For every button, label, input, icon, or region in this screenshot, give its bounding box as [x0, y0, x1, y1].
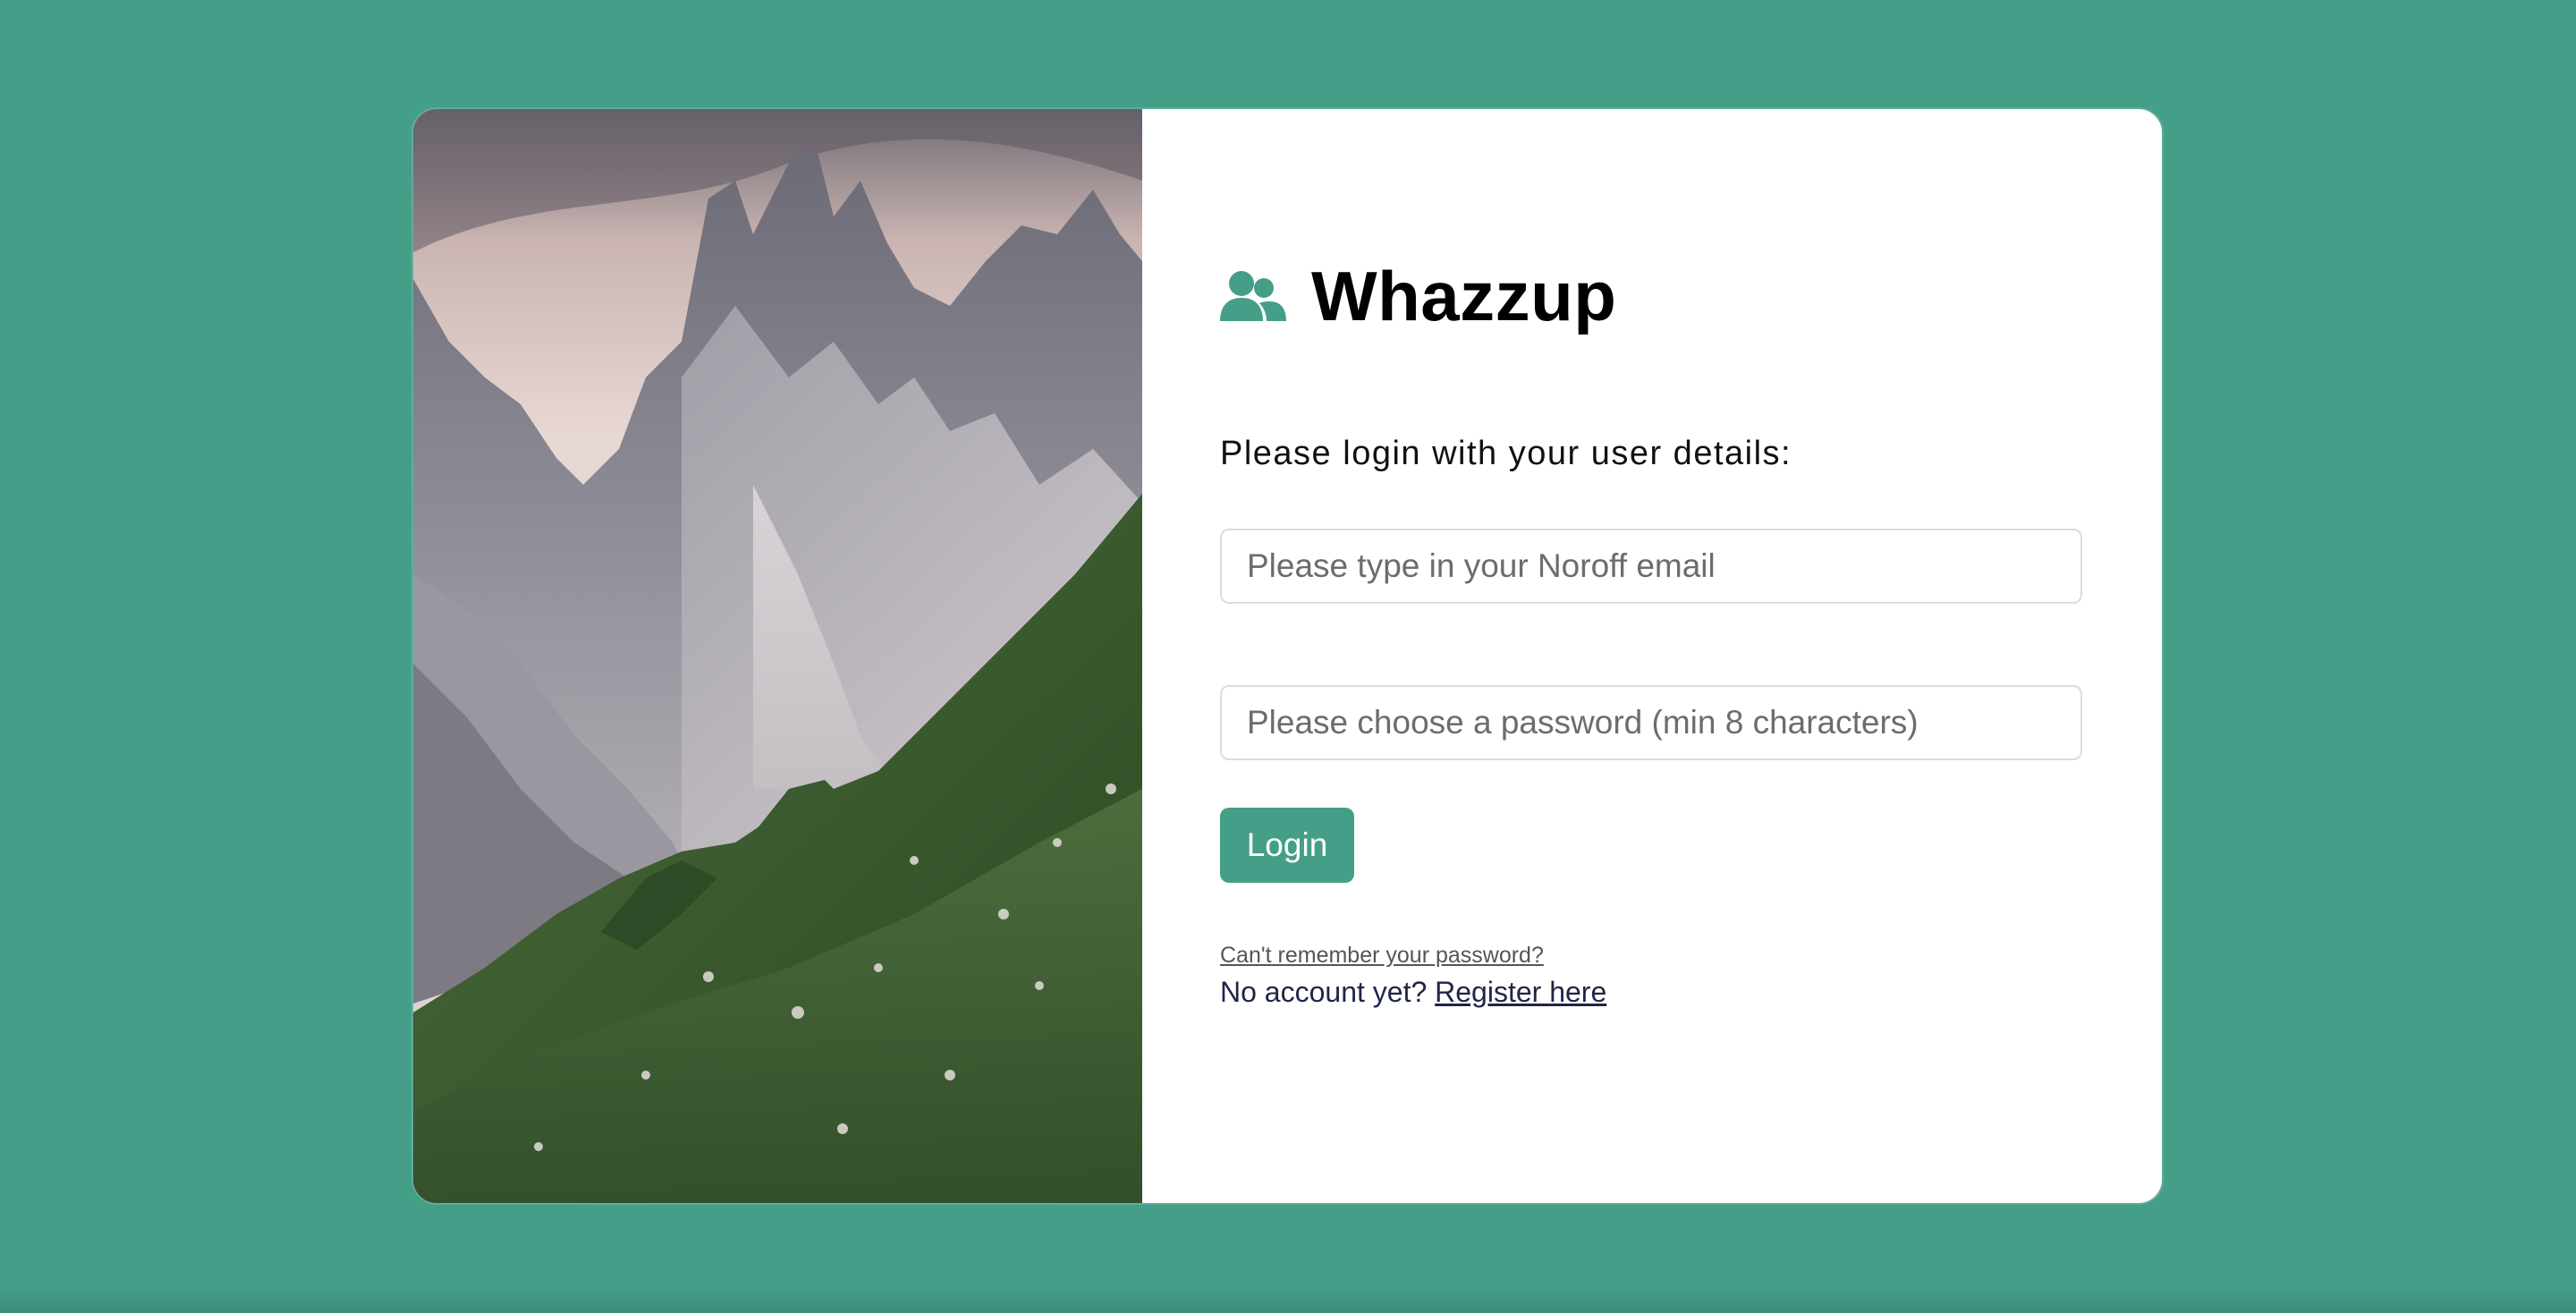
login-button[interactable]: Login — [1220, 808, 1354, 883]
email-field[interactable] — [1220, 529, 2082, 604]
login-instructions: Please login with your user details: — [1220, 435, 1792, 472]
register-link[interactable]: Register here — [1435, 976, 1606, 1008]
mountain-photo — [413, 109, 1142, 1203]
forgot-password-link[interactable]: Can't remember your password? — [1220, 943, 1544, 969]
password-field[interactable] — [1220, 685, 2082, 760]
no-account-text: No account yet? — [1220, 976, 1428, 1008]
brand-header: Whazzup — [1220, 256, 1616, 337]
users-icon — [1220, 269, 1286, 325]
app-title: Whazzup — [1311, 257, 1617, 335]
register-prompt: No account yet? Register here — [1220, 976, 1606, 1009]
page-bottom-shadow — [0, 1286, 2576, 1313]
mountain-landscape-image — [413, 109, 1142, 1203]
